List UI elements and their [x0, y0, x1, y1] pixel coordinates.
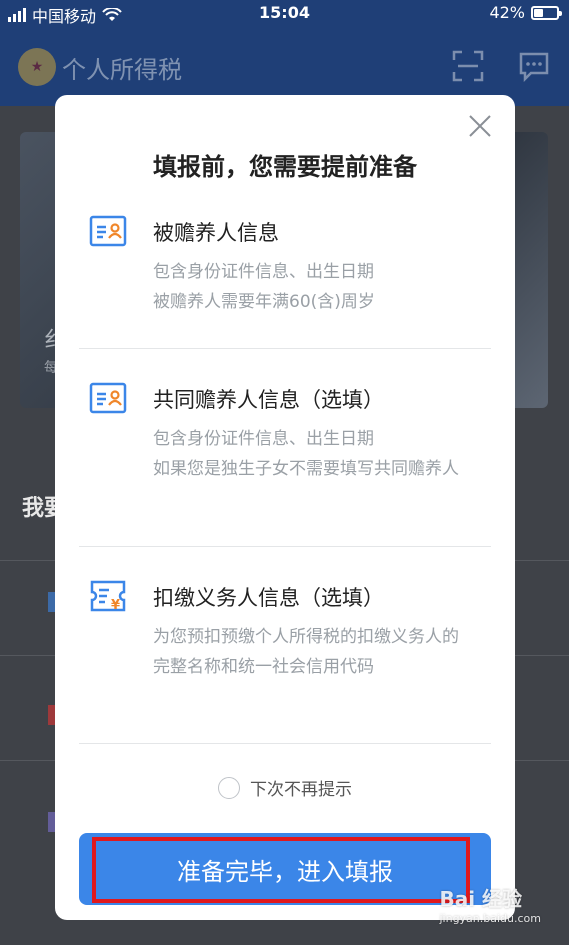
- divider: [79, 348, 491, 349]
- watermark-brand: Bai 经验: [439, 887, 523, 911]
- close-icon: [469, 115, 491, 137]
- id-card-icon: [89, 215, 127, 247]
- item-title: 共同赡养人信息（选填）: [153, 388, 384, 412]
- receipt-yuan-icon: ¥: [90, 580, 126, 613]
- item-description: 包含身份证件信息、出生日期 被赡养人需要年满60(含)周岁: [153, 257, 473, 317]
- ready-proceed-button[interactable]: 准备完毕，进入填报: [79, 833, 491, 905]
- dont-show-again-row[interactable]: 下次不再提示: [55, 775, 515, 800]
- item-description: 包含身份证件信息、出生日期 如果您是独生子女不需要填写共同赡养人: [153, 424, 473, 484]
- svg-text:¥: ¥: [111, 598, 120, 613]
- divider: [79, 743, 491, 744]
- dialog-title: 填报前，您需要提前准备: [153, 153, 417, 181]
- dont-show-again-checkbox[interactable]: [218, 776, 240, 799]
- item-description-line: 包含身份证件信息、出生日期: [153, 262, 374, 282]
- item-description: 为您预扣预缴个人所得税的扣缴义务人的完整名称和统一社会信用代码: [153, 627, 459, 677]
- item-title: 扣缴义务人信息（选填）: [153, 586, 384, 610]
- id-card-icon: [89, 382, 127, 414]
- watermark-url: jingyan.baidu.com: [439, 912, 541, 925]
- close-button[interactable]: [465, 111, 495, 141]
- item-description-line: 包含身份证件信息、出生日期: [153, 429, 374, 449]
- item-description-line: 如果您是独生子女不需要填写共同赡养人: [153, 459, 459, 479]
- item-description-line: 被赡养人需要年满60(含)周岁: [153, 292, 375, 312]
- prepare-info-dialog: 填报前，您需要提前准备 被赡养人信息 包含身份证件信息、出生日期 被赡养人需要年…: [55, 95, 515, 920]
- item-title: 被赡养人信息: [153, 221, 279, 245]
- dont-show-again-label[interactable]: 下次不再提示: [250, 775, 352, 800]
- baidu-jingyan-watermark: Bai 经验 jingyan.baidu.com: [439, 883, 541, 925]
- divider: [79, 546, 491, 547]
